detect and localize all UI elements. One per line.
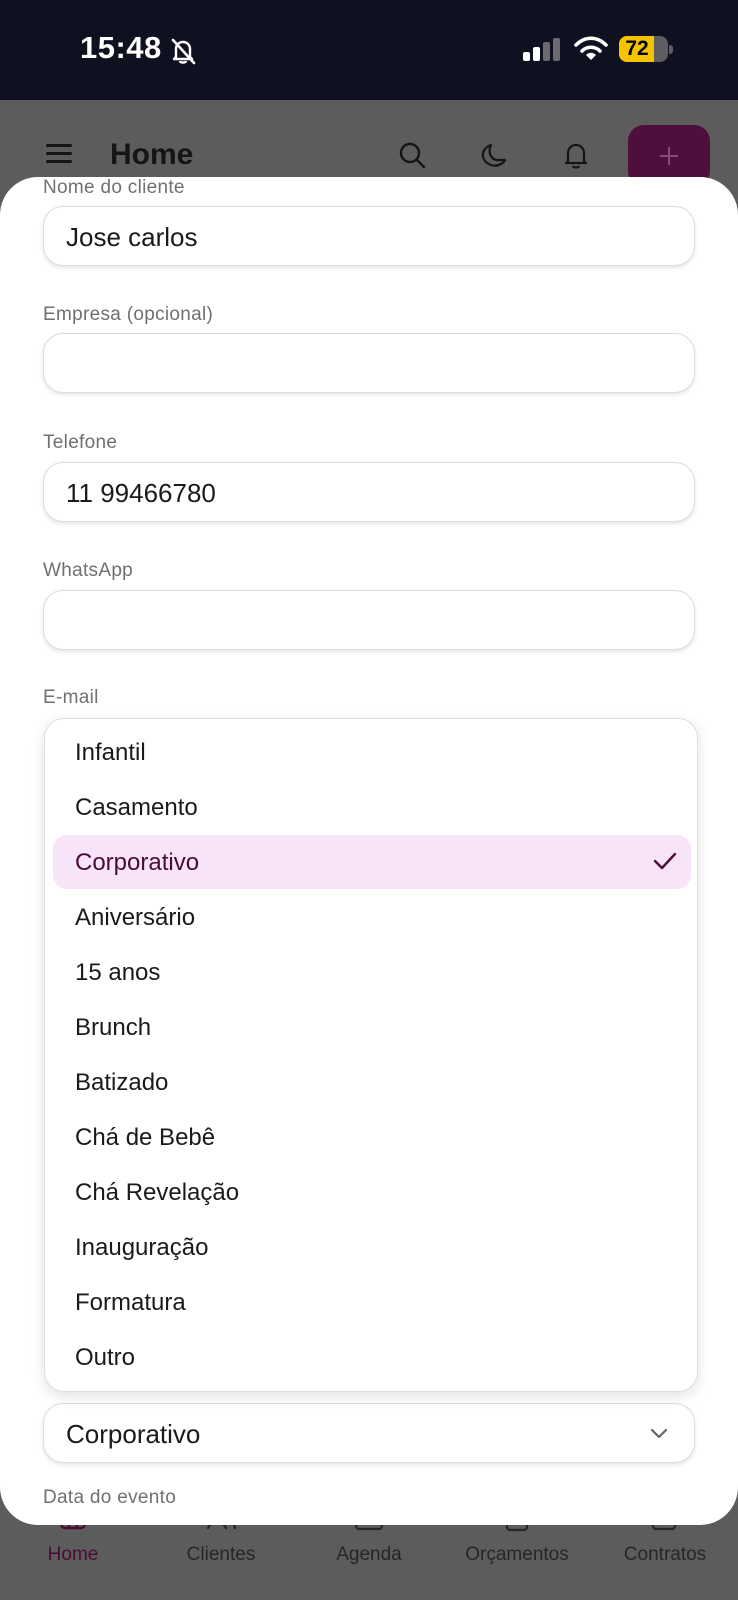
nav-label: Home bbox=[47, 1544, 99, 1565]
page-title: Home bbox=[110, 138, 194, 171]
battery-level: 72 bbox=[625, 37, 649, 60]
company-input[interactable] bbox=[43, 333, 695, 393]
client-name-input[interactable]: Jose carlos bbox=[43, 206, 695, 266]
option-label: Brunch bbox=[75, 1014, 152, 1041]
event-type-dropdown: Infantil Casamento Corporativo Aniversár… bbox=[44, 718, 698, 1392]
event-date-label: Data do evento bbox=[43, 1487, 177, 1508]
option-label: Batizado bbox=[75, 1069, 169, 1096]
menu-icon[interactable] bbox=[46, 144, 72, 164]
whatsapp-input[interactable] bbox=[43, 590, 695, 650]
option-label: Chá Revelação bbox=[75, 1179, 240, 1206]
bell-slash-icon bbox=[171, 38, 196, 65]
option-cha-de-bebe[interactable]: Chá de Bebê bbox=[53, 1110, 691, 1164]
option-aniversario[interactable]: Aniversário bbox=[53, 890, 691, 944]
event-type-value: Corporativo bbox=[66, 1419, 201, 1449]
nav-label: Agenda bbox=[336, 1544, 402, 1565]
nav-label: Clientes bbox=[186, 1544, 256, 1565]
client-name-value: Jose carlos bbox=[66, 222, 198, 252]
phone-value: 11 99466780 bbox=[66, 478, 216, 508]
option-infantil[interactable]: Infantil bbox=[53, 725, 691, 779]
company-label: Empresa (opcional) bbox=[43, 304, 214, 325]
option-batizado[interactable]: Batizado bbox=[53, 1055, 691, 1109]
new-client-sheet: Nome do cliente Jose carlos Empresa (opc… bbox=[0, 177, 738, 1525]
option-corporativo[interactable]: Corporativo bbox=[53, 835, 691, 889]
nav-label: Orçamentos bbox=[465, 1544, 569, 1565]
phone-label: Telefone bbox=[43, 432, 118, 453]
chevron-down-icon bbox=[650, 1428, 668, 1439]
search-icon[interactable] bbox=[397, 140, 427, 170]
status-time: 15:48 bbox=[80, 30, 162, 65]
nav-label: Contratos bbox=[623, 1544, 707, 1565]
phone-input[interactable]: 11 99466780 bbox=[43, 462, 695, 522]
option-label: Inauguração bbox=[75, 1234, 209, 1261]
bell-icon[interactable] bbox=[561, 140, 591, 170]
cellular-signal-icon bbox=[523, 38, 560, 61]
option-label: Outro bbox=[75, 1344, 136, 1371]
option-label: Formatura bbox=[75, 1289, 186, 1316]
option-label: 15 anos bbox=[75, 959, 161, 986]
moon-icon[interactable] bbox=[479, 140, 509, 170]
option-cha-revelacao[interactable]: Chá Revelação bbox=[53, 1165, 691, 1219]
check-icon bbox=[653, 852, 677, 870]
wifi-icon bbox=[574, 36, 608, 60]
option-casamento[interactable]: Casamento bbox=[53, 780, 691, 834]
email-label: E-mail bbox=[43, 687, 99, 708]
option-label: Infantil bbox=[75, 739, 146, 766]
option-outro[interactable]: Outro bbox=[53, 1330, 691, 1384]
client-name-label: Nome do cliente bbox=[43, 177, 185, 198]
status-bar: 15:48 72 bbox=[0, 0, 738, 100]
option-formatura[interactable]: Formatura bbox=[53, 1275, 691, 1329]
option-label: Chá de Bebê bbox=[75, 1124, 216, 1151]
option-brunch[interactable]: Brunch bbox=[53, 1000, 691, 1054]
whatsapp-label: WhatsApp bbox=[43, 560, 134, 581]
option-inauguracao[interactable]: Inauguração bbox=[53, 1220, 691, 1274]
option-label: Corporativo bbox=[75, 849, 200, 876]
event-type-select[interactable]: Corporativo bbox=[43, 1403, 695, 1463]
option-label: Aniversário bbox=[75, 904, 196, 931]
option-15-anos[interactable]: 15 anos bbox=[53, 945, 691, 999]
option-label: Casamento bbox=[75, 794, 198, 821]
battery-icon: 72 bbox=[619, 36, 673, 62]
